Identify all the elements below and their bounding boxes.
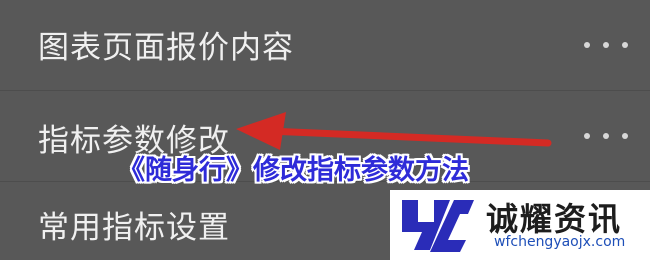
brand-url: wfchengyaojx.com [494, 234, 626, 250]
overlay-caption: 《随身行》修改指标参数方法 [118, 155, 469, 186]
brand-logo-icon [402, 200, 474, 252]
watermark-brand: 诚耀资讯 wfchengyaojx.com [390, 190, 650, 260]
